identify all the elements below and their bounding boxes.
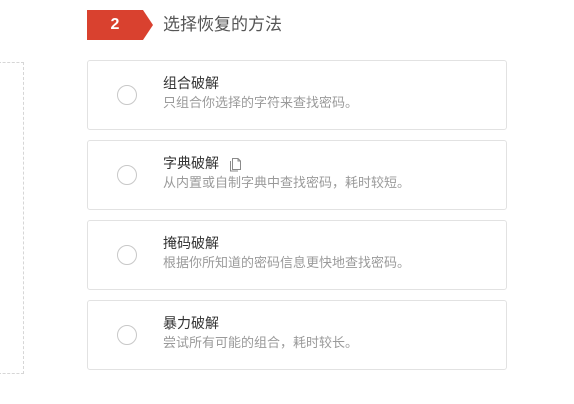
option-combination-crack[interactable]: 组合破解 只组合你选择的字符来查找密码。 — [87, 60, 507, 130]
option-mask-crack[interactable]: 掩码破解 根据你所知道的密码信息更快地查找密码。 — [87, 220, 507, 290]
option-description: 从内置或自制字典中查找密码，耗时较短。 — [163, 176, 411, 191]
recovery-options-list: 组合破解 只组合你选择的字符来查找密码。 字典破解 从内置或自制字典中查找密码，… — [87, 60, 507, 380]
option-title: 字典破解 — [163, 156, 219, 172]
recovery-method-page: 2 选择恢复的方法 组合破解 只组合你选择的字符来查找密码。 字典破解 从内置或… — [0, 0, 574, 404]
radio-button[interactable] — [117, 165, 137, 185]
step-badge: 2 — [87, 10, 153, 40]
document-icon[interactable] — [229, 156, 243, 172]
option-dictionary-crack[interactable]: 字典破解 从内置或自制字典中查找密码，耗时较短。 — [87, 140, 507, 210]
radio-button[interactable] — [117, 85, 137, 105]
option-title: 组合破解 — [163, 76, 219, 92]
option-description: 只组合你选择的字符来查找密码。 — [163, 96, 359, 111]
step-title: 选择恢复的方法 — [163, 15, 282, 35]
step-number: 2 — [110, 16, 120, 33]
option-brute-force-crack[interactable]: 暴力破解 尝试所有可能的组合，耗时较长。 — [87, 300, 507, 370]
radio-button[interactable] — [117, 325, 137, 345]
option-description: 尝试所有可能的组合，耗时较长。 — [163, 336, 359, 351]
option-title: 掩码破解 — [163, 236, 219, 252]
radio-button[interactable] — [117, 245, 137, 265]
option-description: 根据你所知道的密码信息更快地查找密码。 — [163, 256, 411, 271]
left-panel-dashed-border — [0, 62, 24, 374]
option-title: 暴力破解 — [163, 316, 219, 332]
